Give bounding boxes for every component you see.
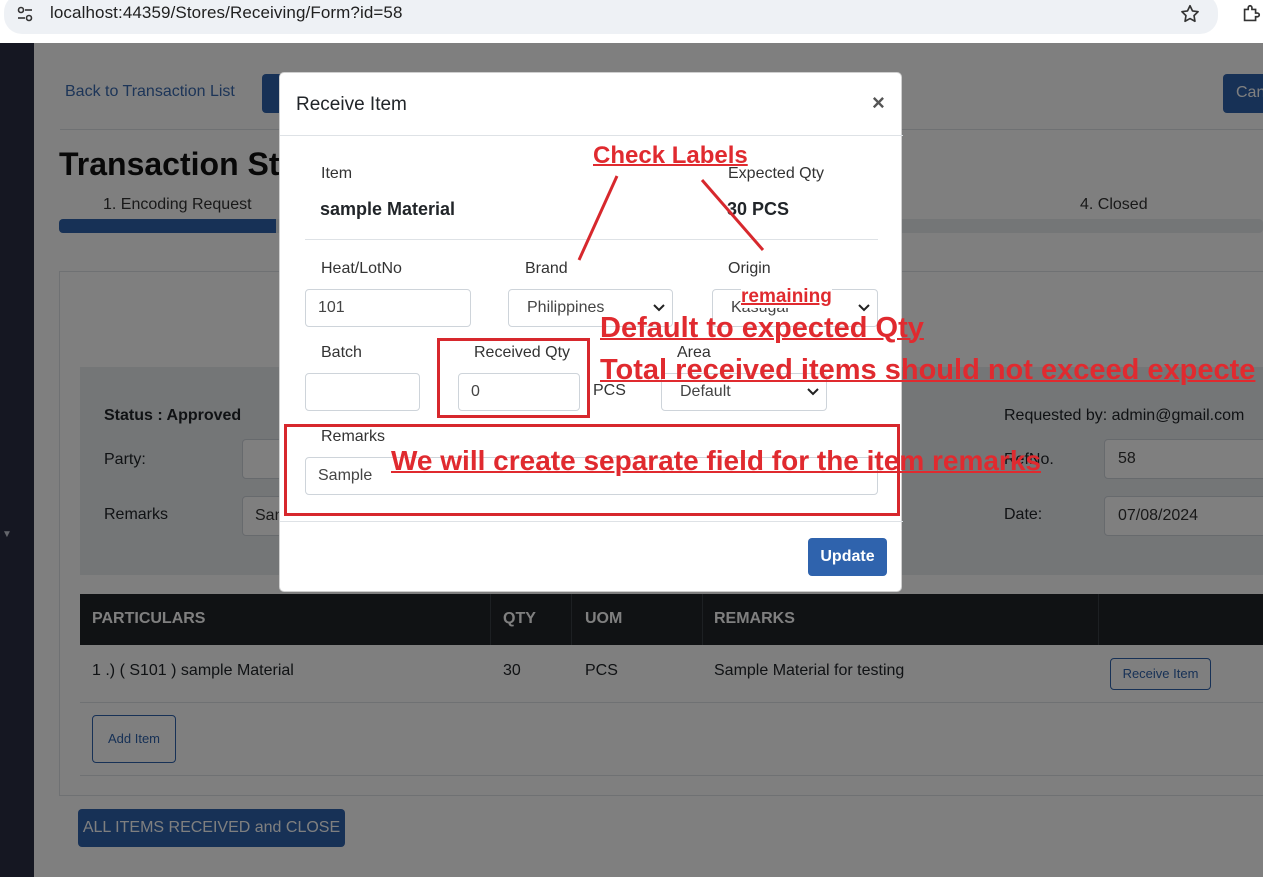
annotation-total-received: Total received items should not exceed e… bbox=[600, 354, 1256, 386]
annotation-box-received-qty bbox=[437, 338, 590, 418]
annotation-remaining: remaining bbox=[741, 286, 832, 308]
modal-header: Receive Item × bbox=[280, 73, 903, 136]
browser-address-bar: localhost:44359/Stores/Receiving/Form?id… bbox=[0, 0, 1263, 43]
brand-label: Brand bbox=[525, 260, 568, 277]
expected-qty-value: 30 PCS bbox=[727, 199, 790, 219]
annotation-box-remarks bbox=[284, 424, 900, 516]
modal-title: Receive Item bbox=[296, 94, 407, 115]
url-text[interactable]: localhost:44359/Stores/Receiving/Form?id… bbox=[50, 3, 403, 23]
item-value: sample Material bbox=[320, 199, 456, 219]
update-button[interactable]: Update bbox=[808, 538, 887, 576]
batch-label: Batch bbox=[321, 344, 362, 361]
chevron-down-icon bbox=[807, 388, 819, 396]
item-label: Item bbox=[321, 165, 353, 182]
brand-selected-value: Philippines bbox=[527, 299, 605, 316]
heat-lot-input[interactable]: 101 bbox=[305, 289, 471, 327]
bookmark-star-icon[interactable] bbox=[1179, 3, 1201, 25]
annotation-check-labels: Check Labels bbox=[593, 142, 748, 169]
batch-input[interactable] bbox=[305, 373, 420, 411]
annotation-default-expected: Default to expected Qty bbox=[600, 312, 924, 344]
site-settings-icon[interactable] bbox=[16, 5, 34, 23]
modal-divider bbox=[305, 239, 878, 240]
modal-footer-divider bbox=[280, 521, 903, 522]
extensions-icon[interactable] bbox=[1240, 3, 1262, 25]
heat-lot-label: Heat/LotNo bbox=[321, 260, 402, 277]
close-icon[interactable]: × bbox=[872, 90, 885, 116]
origin-label: Origin bbox=[728, 260, 771, 277]
